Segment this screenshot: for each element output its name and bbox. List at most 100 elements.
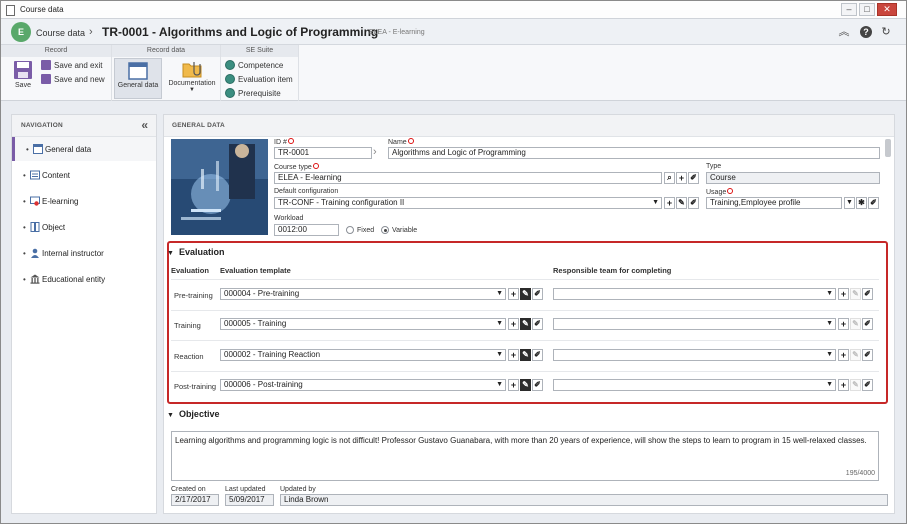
add-icon[interactable]: + (508, 318, 519, 330)
competence-button[interactable]: Competence (225, 60, 283, 70)
column-header-evaluation: Evaluation (171, 266, 209, 275)
objective-section-toggle[interactable]: ▼ Objective (167, 409, 219, 419)
template-select-post-training[interactable]: 000006 - Post-training ▼ (220, 379, 506, 391)
edit-icon[interactable]: ✎ (520, 288, 531, 300)
default-config-label: Default configuration (274, 188, 339, 195)
save-button[interactable]: Save (9, 60, 37, 98)
template-select-pre-training[interactable]: 000004 - Pre-training ▼ (220, 288, 506, 300)
row-label-pre-training: Pre-training (174, 291, 213, 300)
workload-field[interactable]: 0012:00 (274, 224, 339, 236)
course-data-window: Course data – □ ✕ E Course data › TR-000… (0, 0, 907, 524)
add-icon[interactable]: + (838, 349, 849, 361)
breadcrumb[interactable]: Course data (36, 28, 85, 38)
prerequisite-icon (225, 88, 235, 98)
clear-icon[interactable]: ✐ (868, 197, 879, 209)
nav-item-educational-entity[interactable]: • Educational entity (12, 267, 156, 291)
general-data-header: GENERAL DATA (164, 115, 894, 137)
add-icon[interactable]: + (838, 318, 849, 330)
section-title: GENERAL DATA (172, 122, 225, 129)
search-icon[interactable]: ⌕ (664, 172, 675, 184)
save-and-new-button[interactable]: Save and new (41, 74, 105, 84)
fixed-radio[interactable] (346, 226, 354, 234)
form-icon (33, 144, 43, 154)
edit-icon[interactable]: ✎ (520, 318, 531, 330)
add-icon[interactable]: + (508, 288, 519, 300)
object-icon (30, 222, 40, 232)
course-picture (171, 139, 268, 235)
edit-icon[interactable]: ✎ (520, 349, 531, 361)
clear-icon[interactable]: ✐ (862, 349, 873, 361)
edit-icon[interactable]: ✎ (676, 197, 687, 209)
clear-icon[interactable]: ✐ (688, 197, 699, 209)
name-field[interactable]: Algorithms and Logic of Programming (388, 147, 880, 159)
edit-icon[interactable]: ✎ (520, 379, 531, 391)
documentation-button[interactable]: Documentation ▼ (166, 60, 218, 100)
close-button[interactable]: ✕ (877, 3, 897, 16)
refresh-icon[interactable]: ↻ (879, 25, 893, 39)
clear-icon[interactable]: ✐ (862, 318, 873, 330)
last-updated-field: 5/09/2017 (225, 494, 274, 506)
column-header-template: Evaluation template (220, 266, 291, 275)
nav-item-object[interactable]: • Object (12, 215, 156, 239)
collapse-left-icon[interactable]: « (141, 118, 148, 132)
help-icon[interactable]: ? (860, 26, 872, 38)
save-and-exit-button[interactable]: Save and exit (41, 60, 102, 70)
dropdown-arrow-icon[interactable]: ▼ (844, 197, 855, 209)
nav-item-general-data[interactable]: • General data (12, 137, 156, 161)
nav-item-e-learning[interactable]: • E-learning (12, 189, 156, 213)
add-icon[interactable]: + (508, 379, 519, 391)
prerequisite-button[interactable]: Prerequisite (225, 88, 281, 98)
team-select-post-training[interactable]: ▼ (553, 379, 836, 391)
add-icon[interactable]: + (676, 172, 687, 184)
collapse-up-icon[interactable]: ︽ (837, 25, 851, 39)
add-icon[interactable]: + (838, 379, 849, 391)
clear-icon[interactable]: ✐ (688, 172, 699, 184)
add-icon[interactable]: + (664, 197, 675, 209)
ribbon-toolbar: Record Save Save and exit Save and new R… (1, 45, 906, 101)
asterisk-icon[interactable]: ✱ (856, 197, 867, 209)
vertical-scrollbar[interactable] (885, 139, 891, 157)
default-config-select[interactable]: TR-CONF - Training configuration II ▼ (274, 197, 662, 209)
window-form-icon (128, 62, 148, 80)
team-select-reaction[interactable]: ▼ (553, 349, 836, 361)
dropdown-arrow-icon: ▼ (826, 320, 833, 327)
course-image[interactable] (171, 139, 268, 235)
app-logo: E (11, 22, 31, 42)
evaluation-item-icon (225, 74, 235, 84)
variable-radio[interactable] (381, 226, 389, 234)
general-data-panel: GENERAL DATA ID # TR-0001 › Name Algorit… (163, 114, 895, 514)
nav-item-content[interactable]: • Content (12, 163, 156, 187)
general-data-button[interactable]: General data (114, 58, 162, 99)
evaluation-item-button[interactable]: Evaluation item (225, 74, 293, 84)
team-select-training[interactable]: ▼ (553, 318, 836, 330)
objective-textarea[interactable]: Learning algorithms and programming logi… (171, 431, 879, 481)
evaluation-section-toggle[interactable]: ▼ Evaluation (167, 247, 224, 257)
course-type-field[interactable]: ELEA - E-learning (274, 172, 662, 184)
team-select-pre-training[interactable]: ▼ (553, 288, 836, 300)
template-select-reaction[interactable]: 000002 - Training Reaction ▼ (220, 349, 506, 361)
clear-icon[interactable]: ✐ (532, 349, 543, 361)
template-select-training[interactable]: 000005 - Training ▼ (220, 318, 506, 330)
dropdown-arrow-icon: ▼ (496, 381, 503, 388)
navigation-panel: NAVIGATION « • General data • Content • … (11, 114, 157, 514)
add-icon[interactable]: + (508, 349, 519, 361)
clear-icon[interactable]: ✐ (862, 288, 873, 300)
nav-item-label: General data (45, 145, 92, 154)
name-label: Name (388, 138, 414, 146)
clear-icon[interactable]: ✐ (532, 288, 543, 300)
nav-item-internal-instructor[interactable]: • Internal instructor (12, 241, 156, 265)
row-label-training: Training (174, 321, 201, 330)
ribbon-group-title: Record (1, 45, 111, 57)
instructor-icon (31, 248, 39, 258)
clear-icon[interactable]: ✐ (532, 379, 543, 391)
id-field[interactable]: TR-0001 (274, 147, 372, 159)
updated-by-field: Linda Brown (280, 494, 888, 506)
add-icon[interactable]: + (838, 288, 849, 300)
minimize-button[interactable]: – (841, 3, 857, 16)
usage-field[interactable]: Training,Employee profile (706, 197, 842, 209)
clear-icon[interactable]: ✐ (532, 318, 543, 330)
maximize-button[interactable]: □ (859, 3, 875, 16)
last-updated-label: Last updated (225, 486, 266, 493)
dropdown-arrow-icon: ▼ (826, 290, 833, 297)
clear-icon[interactable]: ✐ (862, 379, 873, 391)
